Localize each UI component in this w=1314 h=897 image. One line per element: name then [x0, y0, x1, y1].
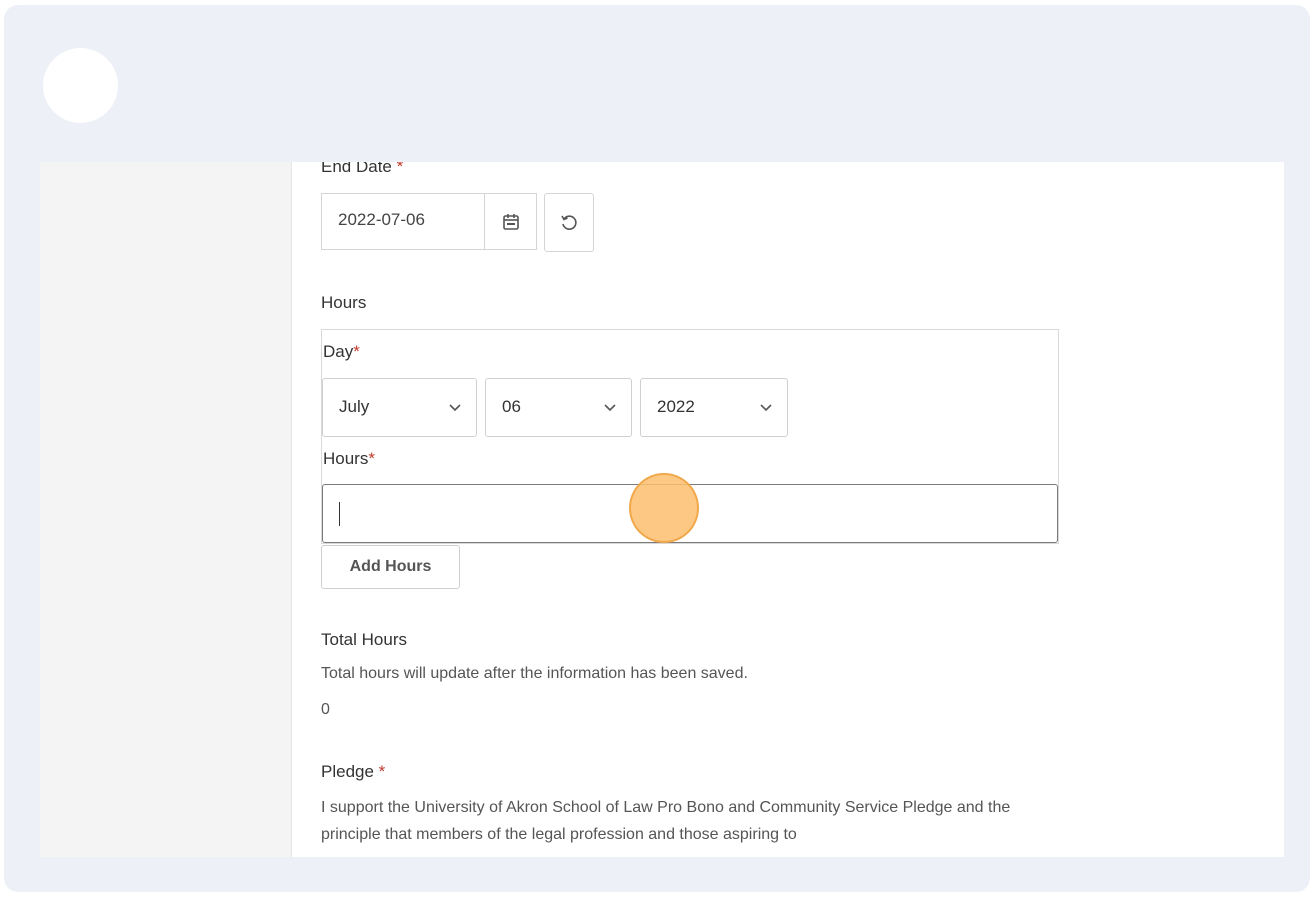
chevron-down-icon	[449, 404, 461, 412]
reset-icon	[561, 214, 577, 230]
required-mark: *	[353, 342, 360, 361]
reset-date-button[interactable]	[544, 193, 594, 252]
year-value: 2022	[657, 397, 695, 416]
day-value: 06	[502, 397, 521, 416]
step-badge	[43, 48, 118, 123]
day-label-text: Day	[323, 342, 354, 361]
calendar-icon	[502, 213, 519, 230]
total-hours-note: Total hours will update after the inform…	[321, 665, 748, 682]
required-mark: *	[368, 449, 375, 468]
text-caret	[339, 502, 340, 526]
pledge-label: Pledge *	[321, 762, 385, 782]
calendar-button[interactable]	[485, 193, 537, 250]
click-indicator	[629, 473, 699, 543]
day-label: Day*	[323, 342, 360, 362]
pledge-label-text: Pledge	[321, 762, 374, 781]
hours-section-title: Hours	[321, 293, 367, 312]
total-hours-title: Total Hours	[321, 630, 407, 649]
month-value: July	[339, 397, 370, 416]
required-mark: *	[396, 162, 404, 176]
year-select[interactable]: 2022	[640, 378, 788, 437]
end-date-input[interactable]: 2022-07-06	[321, 193, 485, 250]
end-date-value: 2022-07-06	[338, 210, 425, 229]
day-select[interactable]: 06	[485, 378, 632, 437]
hours-label: Hours*	[323, 449, 375, 469]
required-mark: *	[378, 762, 386, 781]
pledge-text: I support the University of Akron School…	[321, 799, 1011, 843]
chevron-down-icon	[760, 404, 772, 412]
chevron-down-icon	[604, 404, 616, 412]
add-hours-button[interactable]: Add Hours	[321, 545, 460, 589]
hours-label-text: Hours	[323, 449, 369, 468]
total-hours-value: 0	[321, 701, 330, 718]
left-sidebar	[40, 162, 292, 857]
end-date-label-text: End Date	[321, 162, 392, 176]
screenshot-frame: End Date * 2022-07-06 Hours Day* July 06…	[4, 5, 1310, 892]
end-date-label: End Date *	[321, 162, 403, 177]
month-select[interactable]: July	[322, 378, 477, 437]
